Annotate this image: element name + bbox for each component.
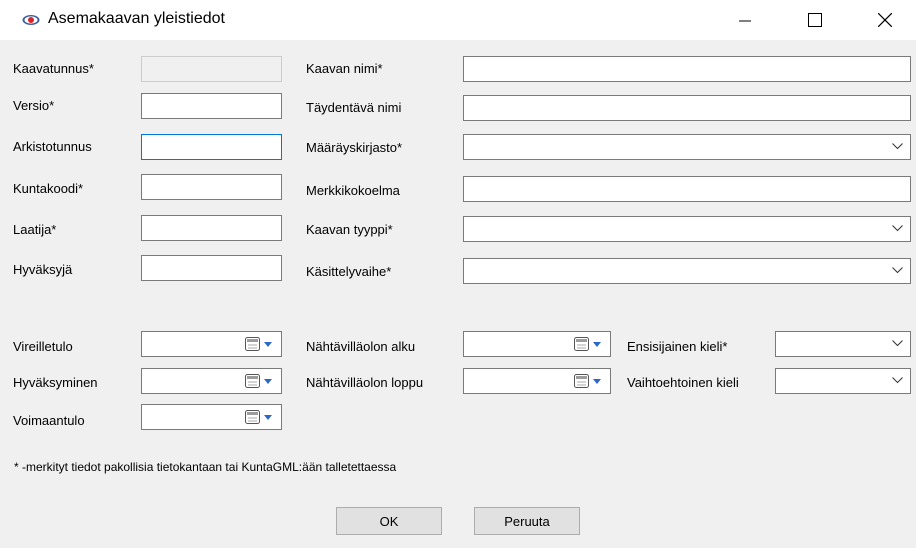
nahtavillaolon-loppu-date-field[interactable] — [463, 368, 611, 394]
hyvaksyja-label: Hyväksyjä — [13, 262, 73, 277]
merkkikokoelma-field[interactable] — [463, 176, 911, 202]
hyvaksyminen-date-field[interactable] — [141, 368, 282, 394]
merkkikokoelma-label: Merkkikokoelma — [306, 183, 400, 198]
close-icon — [878, 13, 892, 27]
kasittelyvaihe-select[interactable] — [463, 258, 911, 284]
kaavan-tyyppi-label: Kaavan tyyppi* — [306, 222, 393, 237]
ok-button[interactable]: OK — [336, 507, 442, 535]
required-fields-note: * -merkityt tiedot pakollisia tietokanta… — [14, 460, 397, 474]
vireilletulo-date-field[interactable] — [141, 331, 282, 357]
nahtavillaolon-alku-label: Nähtävilläolon alku — [306, 339, 416, 354]
kaavan-nimi-field[interactable] — [463, 56, 911, 82]
cancel-button[interactable]: Peruuta — [474, 507, 580, 535]
hyvaksyminen-label: Hyväksyminen — [13, 375, 98, 390]
eye-icon — [22, 15, 40, 25]
ensisijainen-kieli-select[interactable] — [775, 331, 911, 357]
maarayskirjasto-label: Määräyskirjasto* — [306, 140, 403, 155]
kuntakoodi-field[interactable] — [141, 174, 282, 200]
chevron-down-icon — [892, 267, 903, 274]
vireilletulo-label: Vireilletulo — [13, 339, 73, 354]
kaavan-tyyppi-select[interactable] — [463, 216, 911, 242]
calendar-dropdown-icon[interactable] — [574, 374, 604, 388]
taydentava-nimi-field[interactable] — [463, 95, 911, 121]
arkistotunnus-label: Arkistotunnus — [13, 139, 92, 154]
maximize-icon — [808, 13, 822, 27]
laatija-label: Laatija* — [13, 222, 57, 237]
minimize-icon — [739, 20, 751, 22]
window-title: Asemakaavan yleistiedot — [48, 10, 225, 27]
kasittelyvaihe-label: Käsittelyvaihe* — [306, 264, 392, 279]
kaavatunnus-field[interactable] — [141, 56, 282, 82]
laatija-field[interactable] — [141, 215, 282, 241]
versio-field[interactable] — [141, 93, 282, 119]
versio-label: Versio* — [13, 98, 55, 113]
taydentava-nimi-label: Täydentävä nimi — [306, 100, 402, 115]
arkistotunnus-field[interactable] — [141, 134, 282, 160]
minimize-button[interactable] — [722, 0, 768, 40]
maximize-button[interactable] — [792, 0, 838, 40]
calendar-dropdown-icon[interactable] — [574, 337, 604, 351]
kaavatunnus-label: Kaavatunnus* — [13, 61, 94, 76]
title-bar: Asemakaavan yleistiedot — [0, 0, 916, 40]
kaavan-nimi-label: Kaavan nimi* — [306, 61, 383, 76]
hyvaksyja-field[interactable] — [141, 255, 282, 281]
chevron-down-icon — [892, 377, 903, 384]
chevron-down-icon — [892, 225, 903, 232]
voimaantulo-label: Voimaantulo — [13, 413, 85, 428]
chevron-down-icon — [892, 340, 903, 347]
nahtavillaolon-loppu-label: Nähtävilläolon loppu — [306, 375, 424, 390]
maarayskirjasto-select[interactable] — [463, 134, 911, 160]
vaihtoehtoinen-kieli-select[interactable] — [775, 368, 911, 394]
vaihtoehtoinen-kieli-label: Vaihtoehtoinen kieli — [627, 375, 739, 390]
nahtavillaolon-alku-date-field[interactable] — [463, 331, 611, 357]
close-button[interactable] — [862, 0, 908, 40]
calendar-dropdown-icon[interactable] — [245, 410, 275, 424]
chevron-down-icon — [892, 143, 903, 150]
calendar-dropdown-icon[interactable] — [245, 337, 275, 351]
voimaantulo-date-field[interactable] — [141, 404, 282, 430]
kuntakoodi-label: Kuntakoodi* — [13, 181, 84, 196]
ensisijainen-kieli-label: Ensisijainen kieli* — [627, 339, 728, 354]
calendar-dropdown-icon[interactable] — [245, 374, 275, 388]
